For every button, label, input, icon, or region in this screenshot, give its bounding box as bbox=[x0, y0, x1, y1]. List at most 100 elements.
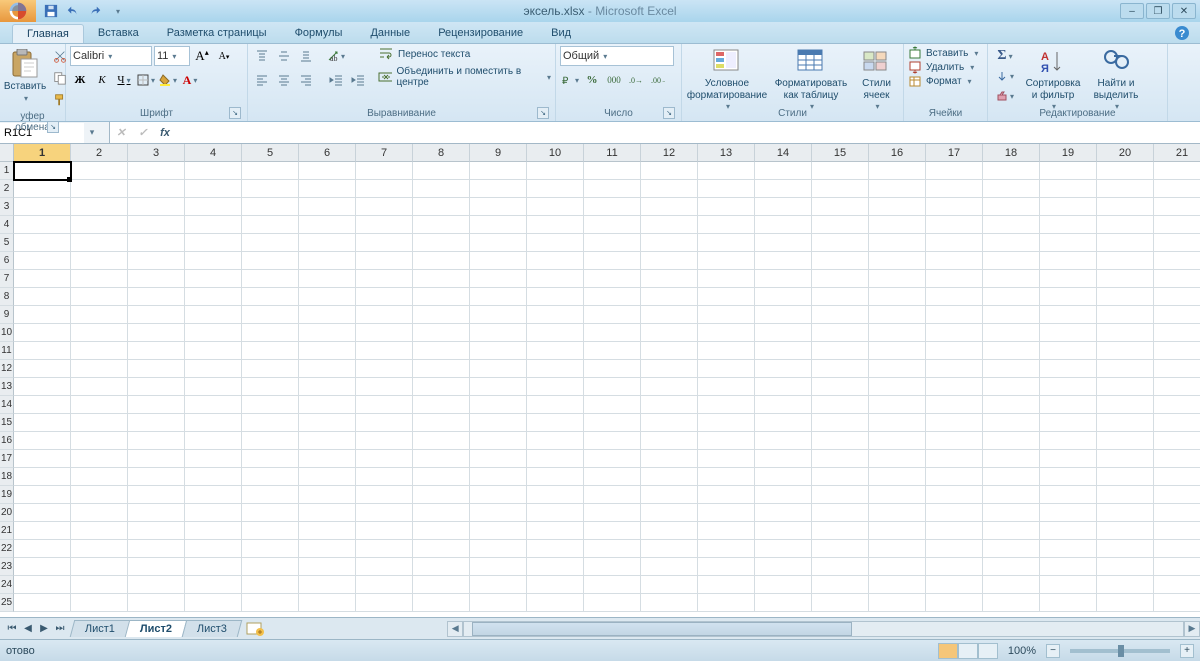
row-header[interactable]: 10 bbox=[0, 324, 14, 342]
cell[interactable] bbox=[413, 504, 470, 522]
cell[interactable] bbox=[14, 270, 71, 288]
cell[interactable] bbox=[71, 216, 128, 234]
cell[interactable] bbox=[1097, 342, 1154, 360]
cell[interactable] bbox=[242, 522, 299, 540]
cell[interactable] bbox=[527, 198, 584, 216]
cell[interactable] bbox=[242, 450, 299, 468]
cell[interactable] bbox=[869, 414, 926, 432]
cell[interactable] bbox=[869, 270, 926, 288]
minimize-button[interactable]: ‒ bbox=[1120, 3, 1144, 19]
cell[interactable] bbox=[869, 324, 926, 342]
cell[interactable] bbox=[812, 234, 869, 252]
cell[interactable] bbox=[869, 234, 926, 252]
cell[interactable] bbox=[926, 576, 983, 594]
cell[interactable] bbox=[185, 522, 242, 540]
cell[interactable] bbox=[185, 378, 242, 396]
cell[interactable] bbox=[755, 432, 812, 450]
cell[interactable] bbox=[812, 306, 869, 324]
cell[interactable] bbox=[356, 252, 413, 270]
cell[interactable] bbox=[584, 378, 641, 396]
cell[interactable] bbox=[413, 216, 470, 234]
ribbon-tab-3[interactable]: Формулы bbox=[281, 24, 357, 43]
cell[interactable] bbox=[185, 558, 242, 576]
cell[interactable] bbox=[185, 306, 242, 324]
office-button[interactable] bbox=[0, 0, 36, 22]
cell[interactable] bbox=[128, 162, 185, 180]
cell[interactable] bbox=[185, 504, 242, 522]
cell[interactable] bbox=[983, 360, 1040, 378]
cell[interactable] bbox=[698, 216, 755, 234]
cell[interactable] bbox=[71, 342, 128, 360]
cell[interactable] bbox=[413, 234, 470, 252]
insert-cells-button[interactable]: Вставить bbox=[908, 46, 978, 60]
cell[interactable] bbox=[71, 594, 128, 612]
cell[interactable] bbox=[413, 270, 470, 288]
cell[interactable] bbox=[641, 216, 698, 234]
increase-indent-icon[interactable] bbox=[348, 70, 368, 90]
cell[interactable] bbox=[1154, 378, 1200, 396]
cell[interactable] bbox=[1040, 180, 1097, 198]
number-launcher[interactable]: ↘ bbox=[663, 107, 675, 119]
cell[interactable] bbox=[14, 504, 71, 522]
cell[interactable] bbox=[812, 576, 869, 594]
enter-formula-icon[interactable]: ✓ bbox=[132, 123, 154, 143]
cell[interactable] bbox=[1154, 234, 1200, 252]
accounting-format-icon[interactable]: ₽ bbox=[560, 70, 580, 90]
cell[interactable] bbox=[584, 540, 641, 558]
cell[interactable] bbox=[128, 432, 185, 450]
cell[interactable] bbox=[1040, 342, 1097, 360]
cell[interactable] bbox=[1040, 162, 1097, 180]
cell[interactable] bbox=[527, 504, 584, 522]
cell[interactable] bbox=[869, 468, 926, 486]
hscroll-track[interactable] bbox=[463, 621, 1184, 637]
cell[interactable] bbox=[470, 432, 527, 450]
cell[interactable] bbox=[185, 270, 242, 288]
cell[interactable] bbox=[71, 252, 128, 270]
column-header[interactable]: 11 bbox=[584, 144, 641, 162]
cell[interactable] bbox=[1040, 558, 1097, 576]
cell[interactable] bbox=[698, 198, 755, 216]
cell[interactable] bbox=[812, 198, 869, 216]
cell[interactable] bbox=[812, 378, 869, 396]
cell[interactable] bbox=[1154, 504, 1200, 522]
cell[interactable] bbox=[812, 270, 869, 288]
cell[interactable] bbox=[584, 324, 641, 342]
cell[interactable] bbox=[1040, 288, 1097, 306]
cell[interactable] bbox=[869, 342, 926, 360]
cell[interactable] bbox=[1154, 270, 1200, 288]
cell[interactable] bbox=[1097, 504, 1154, 522]
cell[interactable] bbox=[299, 342, 356, 360]
cell[interactable] bbox=[14, 378, 71, 396]
cell[interactable] bbox=[128, 216, 185, 234]
cell[interactable] bbox=[926, 342, 983, 360]
paste-button[interactable]: Вставить bbox=[4, 46, 46, 106]
cell[interactable] bbox=[755, 360, 812, 378]
cell[interactable] bbox=[698, 594, 755, 612]
cell[interactable] bbox=[1040, 324, 1097, 342]
cell[interactable] bbox=[1154, 486, 1200, 504]
hscroll-left-icon[interactable]: ◀ bbox=[447, 621, 463, 637]
cell[interactable] bbox=[299, 450, 356, 468]
cell[interactable] bbox=[527, 180, 584, 198]
cell[interactable] bbox=[869, 288, 926, 306]
cell[interactable] bbox=[1097, 396, 1154, 414]
cell[interactable] bbox=[470, 360, 527, 378]
cell[interactable] bbox=[812, 504, 869, 522]
cell[interactable] bbox=[413, 522, 470, 540]
cell[interactable] bbox=[1040, 468, 1097, 486]
cell[interactable] bbox=[641, 414, 698, 432]
cell[interactable] bbox=[527, 234, 584, 252]
qat-customize-icon[interactable] bbox=[108, 2, 126, 20]
cell[interactable] bbox=[14, 396, 71, 414]
cell[interactable] bbox=[185, 198, 242, 216]
cell[interactable] bbox=[698, 396, 755, 414]
cell[interactable] bbox=[71, 306, 128, 324]
font-name-combo[interactable]: Calibri▾ bbox=[70, 46, 152, 66]
cell[interactable] bbox=[1097, 468, 1154, 486]
cell[interactable] bbox=[242, 288, 299, 306]
number-format-combo[interactable]: Общий▾ bbox=[560, 46, 674, 66]
cell[interactable] bbox=[71, 162, 128, 180]
cell[interactable] bbox=[356, 162, 413, 180]
cell[interactable] bbox=[299, 360, 356, 378]
cell[interactable] bbox=[584, 558, 641, 576]
